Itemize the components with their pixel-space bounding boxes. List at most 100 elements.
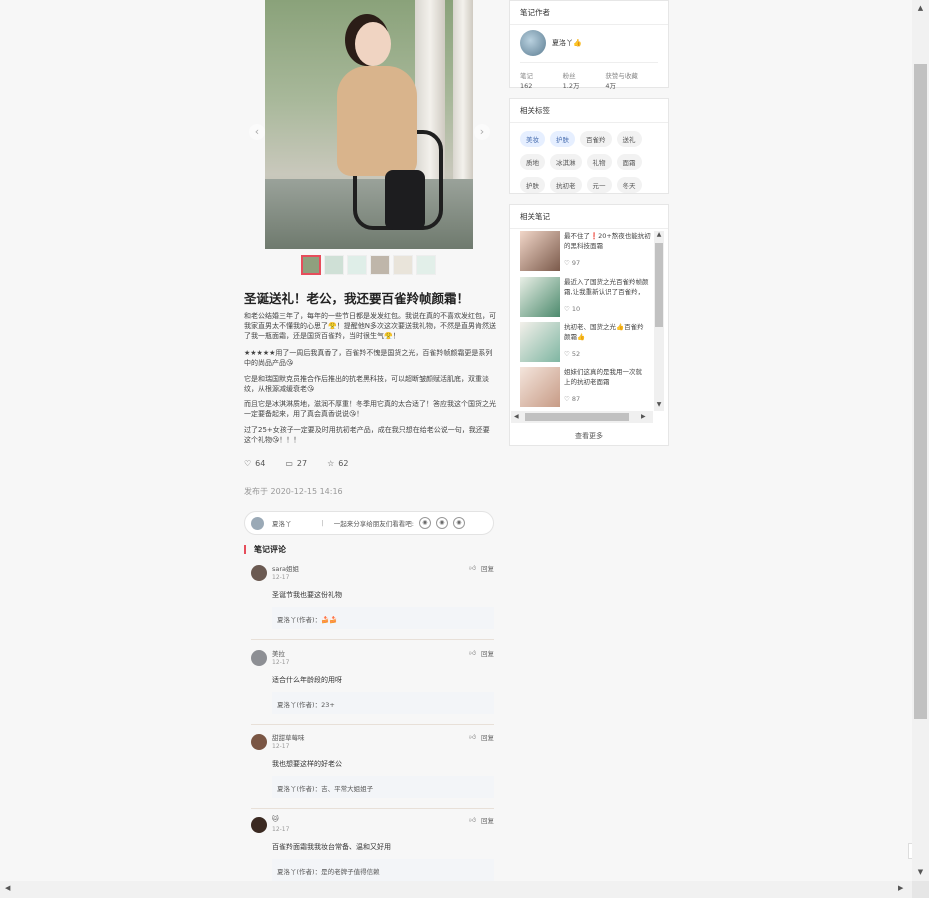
tags-card: 相关标签 美妆 护肤 百雀羚 送礼 质地 冰淇淋 礼物 面霜 护肤 抗初老 元一…	[509, 98, 669, 194]
tag[interactable]: 护肤	[550, 131, 575, 147]
comment-actions: 👍︎ 回复	[469, 815, 494, 825]
wechat-icon[interactable]: ◉	[418, 517, 431, 529]
related-note[interactable]: 抗初老、国货之光👍百雀羚 颜霜👍 ♡ 52	[520, 322, 652, 366]
next-image-arrow-icon[interactable]: ›	[474, 124, 490, 140]
scroll-left-arrow-icon[interactable]: ◀	[5, 884, 10, 892]
divider	[251, 724, 494, 725]
scroll-right-arrow-icon[interactable]: ▶	[641, 413, 646, 420]
stat-label: 粉丝	[562, 72, 576, 80]
author-reply: 夏洛丫(作者)：吉、平常大姐姐子	[272, 776, 494, 798]
comment-user[interactable]: 甜甜草莓味	[272, 732, 305, 742]
related-notes-card: 相关笔记 最不住了❗20+熬夜也能抗初 的黑科技面霜 ♡ 97 最近入了国货之光百…	[509, 204, 669, 446]
related-notes-list[interactable]: 最不住了❗20+熬夜也能抗初 的黑科技面霜 ♡ 97 最近入了国货之光百雀羚帧颜霜…	[510, 229, 668, 409]
scroll-right-arrow-icon[interactable]: ▶	[898, 884, 903, 892]
share-author-name[interactable]: 夏洛丫	[272, 518, 292, 528]
weibo-icon[interactable]: ◉	[435, 517, 448, 529]
thumbs-up-icon[interactable]: 👍︎	[469, 649, 476, 657]
reply-button[interactable]: 回复	[481, 648, 494, 658]
note-thumbnail	[520, 322, 560, 362]
related-note-likes: ♡ 97	[564, 259, 581, 267]
scroll-left-arrow-icon[interactable]: ◀	[514, 413, 519, 420]
related-note[interactable]: 姐妹们这真的是我用一次就 上的抗初老面霜 ♡ 87	[520, 367, 652, 409]
qq-icon[interactable]: ◉	[452, 517, 465, 529]
related-note-likes: ♡ 10	[564, 305, 581, 313]
note-paragraph: 而且它是冰淇淋质地，滋润不厚重！冬季用它真的太合适了！答应我这个国货之光一定要备…	[244, 400, 496, 418]
page-horizontal-scrollbar[interactable]: ◀ ▶	[0, 881, 912, 898]
stat-label: 笔记	[520, 72, 533, 80]
note-paragraph: ★★★★★用了一周后我真香了，百雀羚不愧是国货之光，百雀羚帧颜霜更是系列中的尚品…	[244, 349, 493, 367]
scroll-up-arrow-icon[interactable]: ▲	[655, 231, 663, 241]
related-horizontal-scrollbar[interactable]: ◀ ▶	[511, 411, 653, 423]
comment-text: 百雀羚面霜我我妆台常备、温和又好用	[272, 843, 391, 851]
comment-date: 12-17	[272, 826, 290, 833]
thumbnail[interactable]	[416, 255, 436, 275]
author-reply: 夏洛丫(作者)：是的老牌子值得信赖	[272, 859, 494, 881]
comment-user[interactable]: 美拉	[272, 648, 285, 658]
tag[interactable]: 面霜	[616, 154, 642, 170]
thumbs-up-icon[interactable]: 👍︎	[469, 816, 476, 824]
tag[interactable]: 抗初老	[550, 177, 582, 193]
reply-button[interactable]: 回复	[481, 563, 494, 573]
scrollbar-thumb[interactable]	[914, 64, 927, 719]
thumbs-up-icon[interactable]: 👍︎	[469, 564, 476, 572]
tag[interactable]: 元一	[586, 177, 612, 193]
comment-date: 12-17	[272, 574, 290, 581]
thumbnail[interactable]	[393, 255, 413, 275]
collect-count: 62	[338, 459, 349, 468]
related-vertical-scrollbar[interactable]: ▲ ▼	[654, 231, 664, 411]
avatar[interactable]	[251, 565, 267, 581]
comment-button[interactable]: ▭ 27	[285, 459, 307, 468]
avatar[interactable]	[251, 516, 264, 530]
like-button[interactable]: ♡ 64	[244, 459, 265, 468]
tag[interactable]: 礼物	[586, 154, 612, 170]
tag[interactable]: 冬天	[616, 177, 642, 193]
comment-text: 我也想要这样的好老公	[272, 760, 342, 768]
comment-count: 27	[296, 459, 308, 468]
tag[interactable]: 送礼	[616, 131, 642, 147]
author-reply: 夏洛丫(作者)：23+	[272, 692, 494, 714]
scroll-down-arrow-icon[interactable]: ▼	[912, 868, 929, 876]
view-more-link[interactable]: 查看更多	[510, 431, 668, 441]
stat-value: 1.2万	[562, 82, 580, 90]
tag[interactable]: 护肤	[520, 177, 545, 193]
related-note[interactable]: 最不住了❗20+熬夜也能抗初 的黑科技面霜 ♡ 97	[520, 231, 652, 275]
thumbnail[interactable]	[347, 255, 367, 275]
scroll-up-arrow-icon[interactable]: ▲	[912, 4, 929, 12]
related-note-title: 最不住了❗20+熬夜也能抗初 的黑科技面霜	[564, 232, 651, 250]
scroll-down-arrow-icon[interactable]: ▼	[655, 401, 663, 411]
author-card: 笔记作者 夏洛丫👍 笔记 162 粉丝 1.2万 获赞与收藏 4万	[509, 0, 669, 90]
scrollbar-thumb[interactable]	[525, 413, 629, 421]
related-note[interactable]: 最近入了国货之光百雀羚帧颜 霜,让我重新认识了百雀羚， ♡ 10	[520, 277, 652, 321]
page-vertical-scrollbar[interactable]: ▲ ▼	[912, 0, 929, 881]
tag[interactable]: 冰淇淋	[550, 154, 582, 170]
share-prompt: 一起来分享给朋友们看看吧:	[333, 520, 414, 528]
avatar[interactable]	[251, 734, 267, 750]
collect-button[interactable]: ☆ 62	[327, 459, 348, 468]
avatar[interactable]	[251, 817, 267, 833]
note-cover-image[interactable]	[265, 0, 473, 249]
thumbs-up-icon[interactable]: 👍︎	[469, 733, 476, 741]
like-count: 64	[255, 459, 266, 468]
comment-user[interactable]: 🐱	[272, 815, 279, 823]
tag[interactable]: 百雀羚	[580, 131, 612, 147]
tag[interactable]: 美妆	[520, 131, 545, 147]
avatar[interactable]	[251, 650, 267, 666]
stat-value: 162	[520, 82, 533, 90]
comment-user[interactable]: sara姐姐	[272, 563, 299, 573]
prev-image-arrow-icon[interactable]: ‹	[249, 124, 265, 140]
author-name[interactable]: 夏洛丫👍	[552, 38, 582, 48]
avatar[interactable]	[520, 30, 546, 56]
reply-button[interactable]: 回复	[481, 815, 494, 825]
scrollbar-corner	[912, 881, 929, 898]
related-note-likes: ♡ 52	[564, 350, 581, 358]
note-paragraph: 它是和瑞国默克员推合作后推出的抗老黑科技，可以超断皱颜赋活肌底，双重淡纹，从根源…	[244, 375, 489, 393]
related-note-title: 姐妹们这真的是我用一次就 上的抗初老面霜	[564, 368, 642, 386]
author-reply: 夏洛丫(作者)：🍰🍰	[272, 607, 494, 629]
scrollbar-thumb[interactable]	[655, 243, 663, 327]
tag[interactable]: 质地	[520, 154, 545, 170]
thumbnail[interactable]	[324, 255, 344, 275]
author-card-heading: 笔记作者	[510, 1, 668, 25]
thumbnail[interactable]	[370, 255, 390, 275]
reply-button[interactable]: 回复	[481, 732, 494, 742]
thumbnail[interactable]	[301, 255, 321, 275]
